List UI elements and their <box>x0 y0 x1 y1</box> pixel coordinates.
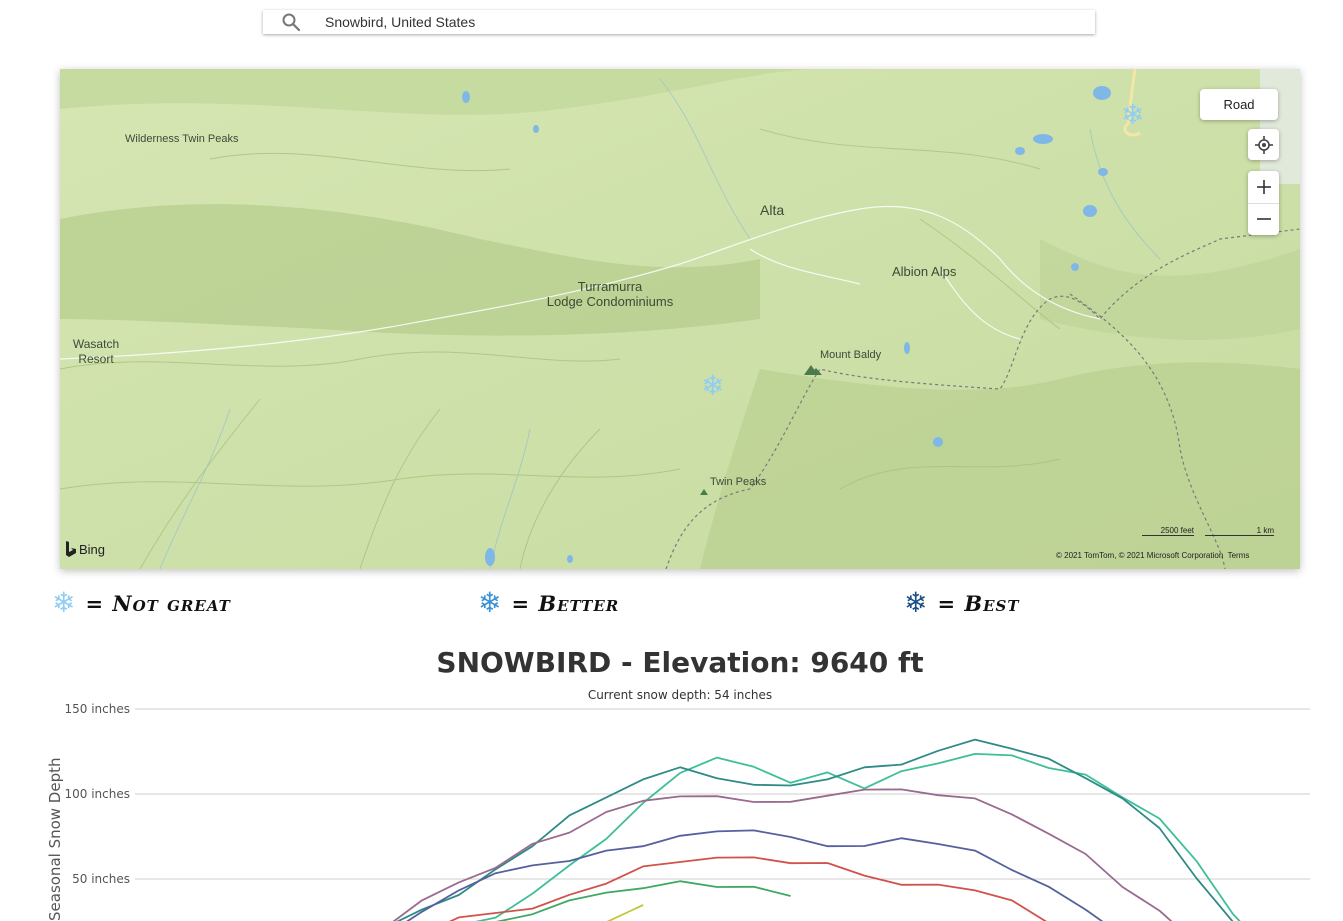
locate-icon <box>1254 135 1273 154</box>
map-label-alta: Alta <box>760 202 785 218</box>
map-type-button[interactable]: Road <box>1200 89 1278 120</box>
bing-logo-text: Bing <box>79 541 106 557</box>
series-line <box>396 738 1234 921</box>
map-type-label: Road <box>1223 97 1255 112</box>
minus-icon <box>1256 218 1271 221</box>
map-view[interactable]: ❄ ❄ Wilderness Twin Peaks Alta Albion Al… <box>60 69 1300 569</box>
legend-better: ❄ = Better <box>478 588 619 618</box>
y-tick-label: 50 inches <box>72 872 130 886</box>
bing-logo-icon <box>66 541 76 557</box>
legend-better-label: = Better <box>511 590 620 616</box>
series-line <box>392 788 1173 921</box>
legend-not-great-label: = Not great <box>85 590 231 616</box>
map-label-turramurra: Turramurra <box>577 279 643 294</box>
map-terrain[interactable] <box>60 69 1300 569</box>
snowflake-better-icon: ❄ <box>478 586 502 619</box>
map-label-mount-baldy: Mount Baldy <box>820 349 882 361</box>
legend-best-label: = Best <box>937 590 1020 616</box>
zoom-out-button[interactable] <box>1248 204 1279 236</box>
scale-km: 1 km <box>1205 526 1274 536</box>
series-line <box>406 829 1104 921</box>
search-icon <box>282 13 301 32</box>
map-label-wasatch-2: Resort <box>78 352 114 366</box>
map-label-twin-peaks: Twin Peaks <box>710 476 767 488</box>
locate-me-button[interactable] <box>1248 129 1279 160</box>
map-copyright: © 2021 TomTom, © 2021 Microsoft Corporat… <box>1056 551 1249 560</box>
map-label-wilderness: Wilderness Twin Peaks <box>125 133 239 145</box>
y-tick-label: 100 inches <box>65 787 131 801</box>
scale-feet: 2500 feet <box>1142 526 1194 536</box>
snowflake-best-icon: ❄ <box>904 586 928 619</box>
search-input[interactable] <box>323 13 1027 31</box>
legend-best: ❄ = Best <box>904 588 1020 618</box>
terms-link[interactable]: Terms <box>1228 551 1250 560</box>
copyright-text: © 2021 TomTom, © 2021 Microsoft Corporat… <box>1056 551 1224 560</box>
y-tick-label: 150 inches <box>65 702 131 716</box>
map-label-albion: Albion Alps <box>892 264 957 279</box>
search-bar[interactable] <box>263 10 1095 34</box>
y-axis-label: Seasonal Snow Depth <box>46 758 64 921</box>
map-label-wasatch: Wasatch <box>72 337 120 351</box>
series-line <box>475 753 1241 921</box>
snow-depth-chart: 150 inches 100 inches 50 inches Seasonal Sn… <box>46 702 1310 921</box>
chart-title: SNOWBIRD - Elevation: 9640 ft <box>436 646 924 679</box>
map-label-turramurra-2: Lodge Condominiums <box>546 294 674 309</box>
zoom-controls <box>1248 171 1279 235</box>
snowflake-marker-icon[interactable]: ❄ <box>1121 101 1144 129</box>
bing-logo[interactable]: Bing <box>65 541 105 557</box>
snowflake-not-great-icon: ❄ <box>52 586 76 619</box>
zoom-in-button[interactable] <box>1248 171 1279 204</box>
snowflake-marker-icon[interactable]: ❄ <box>701 372 724 400</box>
plus-icon <box>1256 179 1271 194</box>
legend-not-great: ❄ = Not great <box>52 588 231 618</box>
